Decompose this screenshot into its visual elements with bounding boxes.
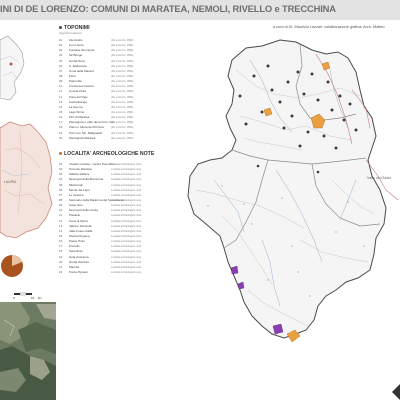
- map-marker[interactable]: [310, 72, 314, 76]
- map-marker[interactable]: [298, 144, 302, 148]
- map-marker[interactable]: [354, 128, 358, 132]
- map-marker[interactable]: [326, 80, 330, 84]
- main-map-svg: [187, 39, 400, 400]
- pie-chart: [1, 255, 23, 277]
- main-map[interactable]: Valle del Galdo: [158, 30, 400, 400]
- corner-mark: [392, 384, 400, 400]
- scale-bar: [14, 292, 32, 296]
- map-marker[interactable]: [266, 64, 270, 68]
- localita-item: 22 Punta Pignaro Località archeologica not…: [59, 270, 155, 275]
- locator-point: [9, 62, 13, 66]
- scale-label-0: 0: [13, 296, 15, 300]
- localita-item-note: Località archeologica note: [111, 270, 142, 274]
- toponimi-section: TOPONIMI (toponimi in elenco) 01 Fiumicel…: [59, 25, 155, 141]
- map-marker[interactable]: [282, 126, 286, 130]
- toponimo-item-note: (De Lorenzo, 1896): [111, 136, 134, 140]
- map-marker[interactable]: [238, 94, 242, 98]
- map-marker[interactable]: [252, 74, 256, 78]
- place-label-valle: Valle del Galdo: [367, 176, 392, 180]
- map-marker[interactable]: [330, 108, 334, 112]
- aerial-photo: [0, 302, 56, 400]
- regional-locator-map: [0, 35, 25, 101]
- map-marker[interactable]: [278, 100, 282, 104]
- inset-label-lauria: LAURIA: [4, 180, 17, 184]
- localita-list: 01 Insedio Grisolia - Castro Ponchirio Loc…: [59, 162, 155, 275]
- territory-outline: [187, 39, 387, 339]
- map-marker[interactable]: [316, 98, 320, 102]
- localita-heading: LOCALITA' ARCHEOLOGICHE NOTE: [59, 151, 155, 157]
- map-marker[interactable]: [334, 146, 338, 150]
- toponimi-subtitle: (toponimi in elenco): [59, 32, 82, 35]
- toponimo-item: 20 Pietragrola Maratea (De Lorenzo, 1896): [59, 136, 155, 141]
- toponimi-list: 01 Fiumicello (De Lorenzo, 1896) 02 Con Laur…: [59, 38, 155, 141]
- localita-section: LOCALITA' ARCHEOLOGICHE NOTE 01 Insedio G…: [59, 151, 155, 275]
- map-marker[interactable]: [322, 134, 326, 138]
- page-title: INI DI DE LORENZO: COMUNI DI MARATEA, NE…: [0, 3, 336, 14]
- inset-maps-svg: [0, 35, 56, 400]
- archaeo-zone-purple-3: [272, 323, 284, 335]
- toponimo-item-number: 20: [59, 135, 63, 140]
- map-marker[interactable]: [290, 114, 294, 118]
- toponimi-heading-dot-icon: [59, 26, 62, 30]
- map-marker[interactable]: [270, 88, 274, 92]
- toponimi-heading: TOPONIMI: [59, 25, 155, 31]
- map-marker[interactable]: [244, 122, 248, 126]
- map-marker[interactable]: [338, 94, 342, 98]
- toponimo-item-name: Pietragrola Maratea: [69, 135, 96, 140]
- map-marker[interactable]: [316, 170, 320, 174]
- map-marker[interactable]: [256, 164, 260, 168]
- scale-label-2: km: [38, 296, 42, 300]
- left-inset-panel: LAURIA 0 10 km: [0, 20, 56, 400]
- credit-line: a cura di Dr. Maurizio Lazzari; collabor…: [273, 25, 385, 29]
- map-marker[interactable]: [296, 70, 300, 74]
- localita-item-name: Punta Pignaro: [69, 269, 89, 274]
- localita-heading-dot-icon: [59, 152, 62, 156]
- map-marker[interactable]: [306, 130, 310, 134]
- scale-label-1: 10: [31, 296, 35, 300]
- map-marker[interactable]: [342, 118, 346, 122]
- map-marker[interactable]: [286, 80, 290, 84]
- map-marker[interactable]: [260, 110, 264, 114]
- localita-item-number: 22: [59, 269, 63, 274]
- map-marker[interactable]: [348, 102, 352, 106]
- title-bar: INI DI DE LORENZO: COMUNI DI MARATEA, NE…: [0, 0, 400, 20]
- map-marker[interactable]: [302, 92, 306, 96]
